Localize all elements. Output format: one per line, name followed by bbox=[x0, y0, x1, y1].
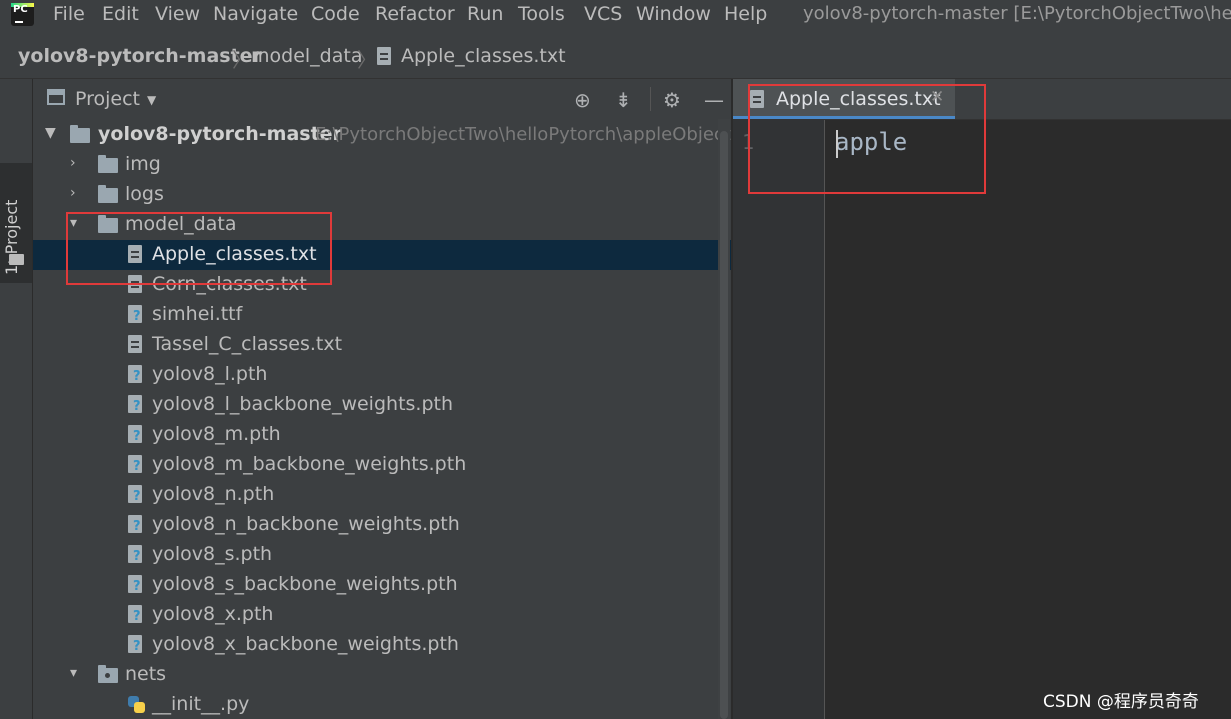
highlight-box-model-data bbox=[66, 212, 332, 285]
breadcrumb-project[interactable]: yolov8-pytorch-master bbox=[18, 45, 262, 67]
editor-gutter bbox=[733, 120, 825, 719]
folder-icon bbox=[98, 155, 118, 173]
tree-label: yolov8_n_backbone_weights.pth bbox=[152, 513, 460, 535]
header-divider bbox=[650, 87, 651, 111]
tree-row-yolov8-x-backbone[interactable]: ? yolov8_x_backbone_weights.pth bbox=[33, 630, 731, 660]
tree-row-nets[interactable]: ▾ nets bbox=[33, 660, 731, 690]
locate-target-icon[interactable]: ⊕ bbox=[574, 88, 591, 112]
tree-label: yolov8_x_backbone_weights.pth bbox=[152, 633, 459, 655]
tree-row-yolov8-x[interactable]: ? yolov8_x.pth bbox=[33, 600, 731, 630]
tree-row-yolov8-n[interactable]: ? yolov8_n.pth bbox=[33, 480, 731, 510]
breadcrumb-separator: 〉 bbox=[357, 48, 377, 72]
tree-row-yolov8-s[interactable]: ? yolov8_s.pth bbox=[33, 540, 731, 570]
tree-row-yolov8-l[interactable]: ? yolov8_l.pth bbox=[33, 360, 731, 390]
collapse-all-icon[interactable]: ⇟ bbox=[615, 88, 632, 112]
breadcrumb-file[interactable]: Apple_classes.txt bbox=[401, 45, 566, 67]
chevron-right-icon[interactable]: › bbox=[70, 185, 76, 201]
package-icon bbox=[98, 665, 118, 683]
tree-row-yolov8-m-backbone[interactable]: ? yolov8_m_backbone_weights.pth bbox=[33, 450, 731, 480]
text-file-icon bbox=[377, 47, 391, 65]
project-view-icon bbox=[47, 89, 65, 105]
folder-icon bbox=[98, 185, 118, 203]
tree-row-img[interactable]: › img bbox=[33, 150, 731, 180]
menu-file[interactable]: File bbox=[53, 3, 85, 25]
tree-row-logs[interactable]: › logs bbox=[33, 180, 731, 210]
tree-label: yolov8-pytorch-master bbox=[98, 123, 342, 145]
tree-label: yolov8_m.pth bbox=[152, 423, 281, 445]
minimize-icon[interactable]: — bbox=[704, 88, 724, 112]
tree-row-tassel-classes[interactable]: Tassel_C_classes.txt bbox=[33, 330, 731, 360]
tree-label: yolov8_s_backbone_weights.pth bbox=[152, 573, 458, 595]
folder-icon bbox=[70, 125, 90, 143]
menu-window[interactable]: Window bbox=[636, 3, 711, 25]
tree-label: yolov8_l.pth bbox=[152, 363, 268, 385]
menu-refactor[interactable]: Refactor bbox=[375, 3, 455, 25]
breadcrumb-folder[interactable]: model_data bbox=[251, 45, 362, 67]
unknown-file-icon: ? bbox=[128, 635, 142, 654]
unknown-file-icon: ? bbox=[128, 575, 142, 594]
tree-label: yolov8_x.pth bbox=[152, 603, 274, 625]
chevron-right-icon[interactable]: › bbox=[70, 155, 76, 171]
tree-label: Tassel_C_classes.txt bbox=[152, 333, 343, 355]
pycharm-logo-icon: PC bbox=[11, 3, 34, 26]
unknown-file-icon: ? bbox=[128, 485, 142, 504]
tree-label: yolov8_l_backbone_weights.pth bbox=[152, 393, 454, 415]
tree-label: img bbox=[125, 153, 161, 175]
editor-area[interactable] bbox=[825, 120, 1231, 719]
menu-code[interactable]: Code bbox=[311, 3, 360, 25]
tree-row-yolov8-n-backbone[interactable]: ? yolov8_n_backbone_weights.pth bbox=[33, 510, 731, 540]
menu-tools[interactable]: Tools bbox=[518, 3, 565, 25]
menu-run[interactable]: Run bbox=[467, 3, 503, 25]
unknown-file-icon: ? bbox=[128, 605, 142, 624]
highlight-box-editor bbox=[748, 84, 986, 194]
window-title: yolov8-pytorch-master [E:\PytorchObjectT… bbox=[803, 3, 1231, 24]
chevron-down-icon[interactable]: ▼ bbox=[45, 125, 56, 141]
tree-label: __init__.py bbox=[152, 693, 250, 715]
folder-icon bbox=[9, 254, 24, 265]
menu-view[interactable]: View bbox=[155, 3, 200, 25]
tree-row-yolov8-l-backbone[interactable]: ? yolov8_l_backbone_weights.pth bbox=[33, 390, 731, 420]
tree-row-yolov8-s-backbone[interactable]: ? yolov8_s_backbone_weights.pth bbox=[33, 570, 731, 600]
tree-label: logs bbox=[125, 183, 164, 205]
project-tree: ▼ yolov8-pytorch-master E:\PytorchObject… bbox=[33, 119, 731, 719]
menu-bar: PC File Edit View Navigate Code Refactor… bbox=[0, 0, 1231, 30]
menu-vcs[interactable]: VCS bbox=[584, 3, 622, 25]
unknown-file-icon: ? bbox=[128, 365, 142, 384]
chevron-down-icon[interactable]: ▾ bbox=[70, 665, 77, 681]
tree-scrollbar-thumb[interactable] bbox=[720, 131, 728, 719]
tree-row-project-root[interactable]: ▼ yolov8-pytorch-master E:\PytorchObject… bbox=[33, 120, 731, 150]
tree-row-init-py[interactable]: __init__.py bbox=[33, 690, 731, 719]
unknown-file-icon: ? bbox=[128, 545, 142, 564]
chevron-down-icon[interactable]: ▼ bbox=[147, 93, 156, 107]
breadcrumb-separator: 〉 bbox=[232, 48, 252, 72]
unknown-file-icon: ? bbox=[128, 515, 142, 534]
unknown-file-icon: ? bbox=[128, 395, 142, 414]
tree-row-yolov8-m[interactable]: ? yolov8_m.pth bbox=[33, 420, 731, 450]
tree-path: E:\PytorchObjectTwo\helloPytorch\appleOb… bbox=[315, 124, 731, 145]
menu-help[interactable]: Help bbox=[724, 3, 767, 25]
unknown-file-icon: ? bbox=[128, 455, 142, 474]
tool-window-strip: 1: Project bbox=[0, 79, 33, 719]
menu-navigate[interactable]: Navigate bbox=[213, 3, 298, 25]
tree-row-simhei[interactable]: ? simhei.ttf bbox=[33, 300, 731, 330]
tree-label: nets bbox=[125, 663, 167, 685]
tree-label: simhei.ttf bbox=[152, 303, 243, 325]
watermark: CSDN @程序员奇奇 bbox=[1043, 692, 1199, 712]
tree-label: yolov8_n.pth bbox=[152, 483, 275, 505]
gear-icon[interactable]: ⚙ bbox=[663, 88, 681, 112]
breadcrumb: yolov8-pytorch-master 〉 model_data 〉 App… bbox=[0, 30, 1231, 79]
menu-edit[interactable]: Edit bbox=[102, 3, 139, 25]
unknown-file-icon: ? bbox=[128, 425, 142, 444]
python-file-icon bbox=[128, 696, 146, 714]
project-panel-header: Project ▼ ⊕ ⇟ ⚙ — bbox=[33, 79, 731, 119]
unknown-file-icon: ? bbox=[128, 305, 142, 324]
tree-label: yolov8_s.pth bbox=[152, 543, 273, 565]
project-view-selector[interactable]: Project bbox=[75, 88, 140, 110]
text-file-icon bbox=[128, 335, 142, 353]
tree-label: yolov8_m_backbone_weights.pth bbox=[152, 453, 467, 475]
